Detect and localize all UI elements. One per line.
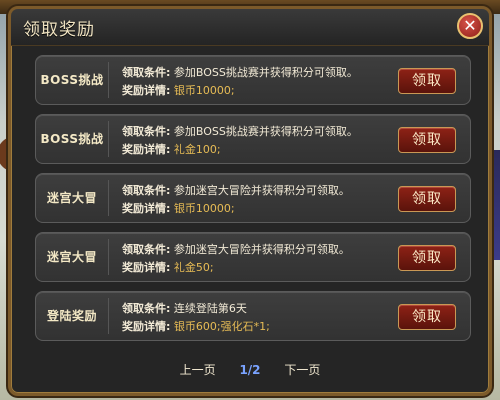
claim-button[interactable]: 领取 [398, 127, 456, 153]
pagination: 上一页 1/2 下一页 [11, 361, 489, 381]
reward-list: BOSS挑战 领取条件: 参加BOSS挑战赛并获得积分可领取。 奖励详情: 银币… [35, 55, 471, 350]
close-button[interactable]: ✕ [457, 13, 483, 39]
condition-line: 领取条件: 参加迷宫大冒险并获得积分可领取。 [122, 241, 350, 257]
reward-row: 迷宫大冒 领取条件: 参加迷宫大冒险并获得积分可领取。 奖励详情: 银币1000… [35, 173, 471, 223]
divider [108, 298, 109, 334]
divider [108, 62, 109, 98]
claim-button[interactable]: 领取 [398, 304, 456, 330]
condition-label: 领取条件: [122, 302, 171, 315]
condition-line: 领取条件: 参加BOSS挑战赛并获得积分可领取。 [122, 123, 358, 139]
close-icon: ✕ [463, 16, 477, 35]
condition-label: 领取条件: [122, 243, 171, 256]
reward-label: 奖励详情: [122, 143, 171, 156]
reward-text: 礼金50; [173, 261, 214, 274]
condition-text: 参加迷宫大冒险并获得积分可领取。 [173, 184, 350, 197]
claim-button[interactable]: 领取 [398, 245, 456, 271]
reward-row: BOSS挑战 领取条件: 参加BOSS挑战赛并获得积分可领取。 奖励详情: 礼金… [35, 114, 471, 164]
reward-line: 奖励详情: 银币10000; [122, 200, 235, 216]
claim-button[interactable]: 领取 [398, 68, 456, 94]
reward-row: 迷宫大冒 领取条件: 参加迷宫大冒险并获得积分可领取。 奖励详情: 礼金50; … [35, 232, 471, 282]
next-page-link[interactable]: 下一页 [284, 361, 320, 378]
reward-title: 登陆奖励 [46, 309, 97, 323]
reward-title: BOSS挑战 [40, 132, 104, 146]
reward-text: 银币600;强化石*1; [173, 320, 270, 333]
condition-text: 连续登陆第6天 [173, 302, 247, 315]
condition-label: 领取条件: [122, 184, 171, 197]
reward-dialog: 领取奖励 ✕ BOSS挑战 领取条件: 参加BOSS挑战赛并获得积分可领取。 奖… [8, 6, 492, 396]
condition-text: 参加BOSS挑战赛并获得积分可领取。 [173, 66, 358, 79]
reward-text: 银币10000; [173, 202, 235, 215]
condition-line: 领取条件: 参加BOSS挑战赛并获得积分可领取。 [122, 64, 358, 80]
reward-title: 迷宫大冒 [46, 191, 97, 205]
condition-line: 领取条件: 连续登陆第6天 [122, 300, 247, 316]
prev-page-link[interactable]: 上一页 [180, 361, 216, 378]
reward-line: 奖励详情: 银币600;强化石*1; [122, 318, 270, 334]
claim-button[interactable]: 领取 [398, 186, 456, 212]
condition-text: 参加迷宫大冒险并获得积分可领取。 [173, 243, 350, 256]
reward-label: 奖励详情: [122, 261, 171, 274]
reward-row: 登陆奖励 领取条件: 连续登陆第6天 奖励详情: 银币600;强化石*1; 领取 [35, 291, 471, 341]
condition-text: 参加BOSS挑战赛并获得积分可领取。 [173, 125, 358, 138]
reward-label: 奖励详情: [122, 202, 171, 215]
condition-line: 领取条件: 参加迷宫大冒险并获得积分可领取。 [122, 182, 350, 198]
condition-label: 领取条件: [122, 125, 171, 138]
reward-line: 奖励详情: 礼金100; [122, 141, 221, 157]
reward-row: BOSS挑战 领取条件: 参加BOSS挑战赛并获得积分可领取。 奖励详情: 银币… [35, 55, 471, 105]
reward-line: 奖励详情: 礼金50; [122, 259, 214, 275]
page-indicator: 1/2 [239, 362, 261, 377]
divider [108, 239, 109, 275]
reward-text: 银币10000; [173, 84, 235, 97]
reward-label: 奖励详情: [122, 320, 171, 333]
dialog-titlebar: 领取奖励 ✕ [11, 9, 489, 46]
dialog-title: 领取奖励 [23, 20, 95, 40]
reward-title: BOSS挑战 [40, 73, 104, 87]
reward-title: 迷宫大冒 [46, 250, 97, 264]
reward-label: 奖励详情: [122, 84, 171, 97]
reward-text: 礼金100; [173, 143, 221, 156]
divider [108, 121, 109, 157]
condition-label: 领取条件: [122, 66, 171, 79]
reward-line: 奖励详情: 银币10000; [122, 82, 235, 98]
divider [108, 180, 109, 216]
